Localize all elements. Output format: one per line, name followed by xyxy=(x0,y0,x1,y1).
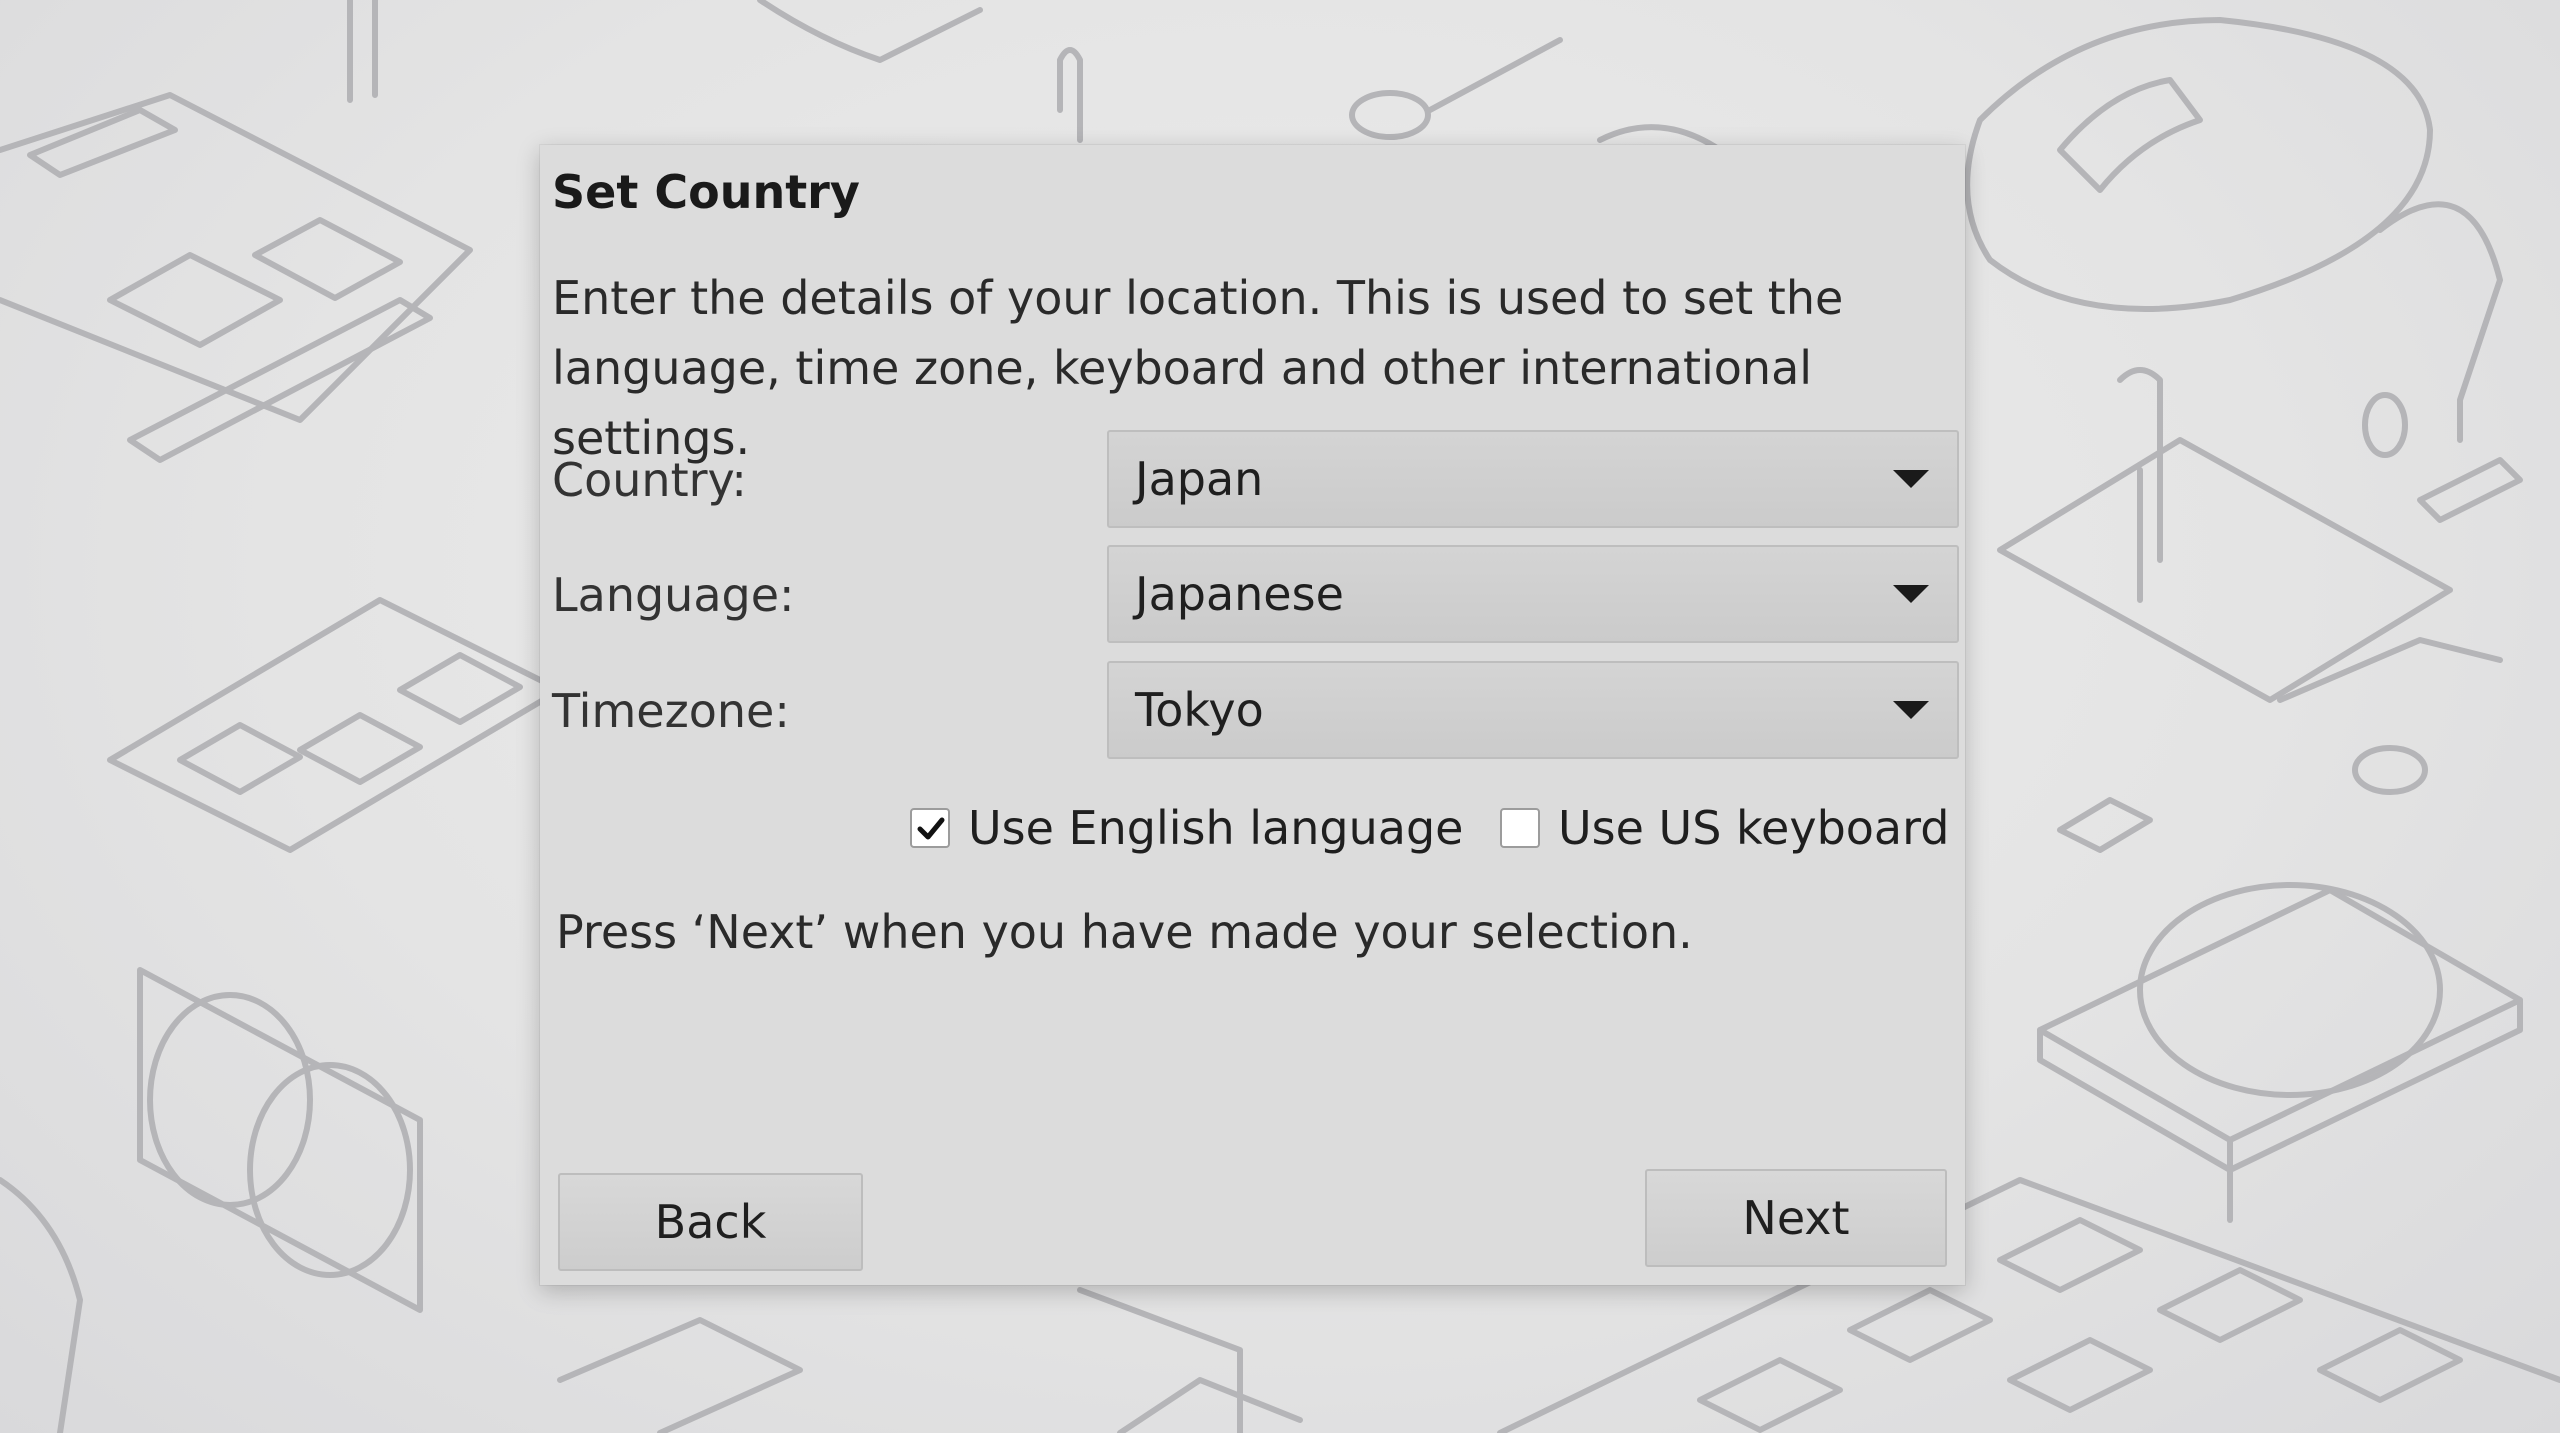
chevron-down-icon xyxy=(1893,585,1929,603)
next-hint-text: Press ‘Next’ when you have made your sel… xyxy=(556,905,1693,959)
use-us-keyboard-label: Use US keyboard xyxy=(1558,801,1950,855)
country-combobox[interactable]: Japan xyxy=(1107,430,1959,528)
timezone-row: Timezone: Tokyo xyxy=(552,661,1960,761)
checkmark-icon xyxy=(917,817,945,840)
use-us-keyboard-checkbox[interactable] xyxy=(1500,808,1540,848)
use-english-label: Use English language xyxy=(968,801,1464,855)
next-button[interactable]: Next xyxy=(1645,1169,1947,1267)
language-label: Language: xyxy=(552,568,795,622)
country-label: Country: xyxy=(552,453,747,507)
use-english-checkbox[interactable] xyxy=(910,808,950,848)
country-value: Japan xyxy=(1135,452,1264,506)
timezone-value: Tokyo xyxy=(1135,683,1264,737)
dialog-title: Set Country xyxy=(552,165,860,219)
language-combobox[interactable]: Japanese xyxy=(1107,545,1959,643)
chevron-down-icon xyxy=(1893,701,1929,719)
language-row: Language: Japanese xyxy=(552,545,1960,645)
chevron-down-icon xyxy=(1893,470,1929,488)
timezone-combobox[interactable]: Tokyo xyxy=(1107,661,1959,759)
timezone-label: Timezone: xyxy=(552,684,790,738)
country-row: Country: Japan xyxy=(552,430,1960,530)
set-country-dialog: Set Country Enter the details of your lo… xyxy=(540,145,1965,1285)
back-button[interactable]: Back xyxy=(558,1173,863,1271)
language-value: Japanese xyxy=(1135,567,1344,621)
